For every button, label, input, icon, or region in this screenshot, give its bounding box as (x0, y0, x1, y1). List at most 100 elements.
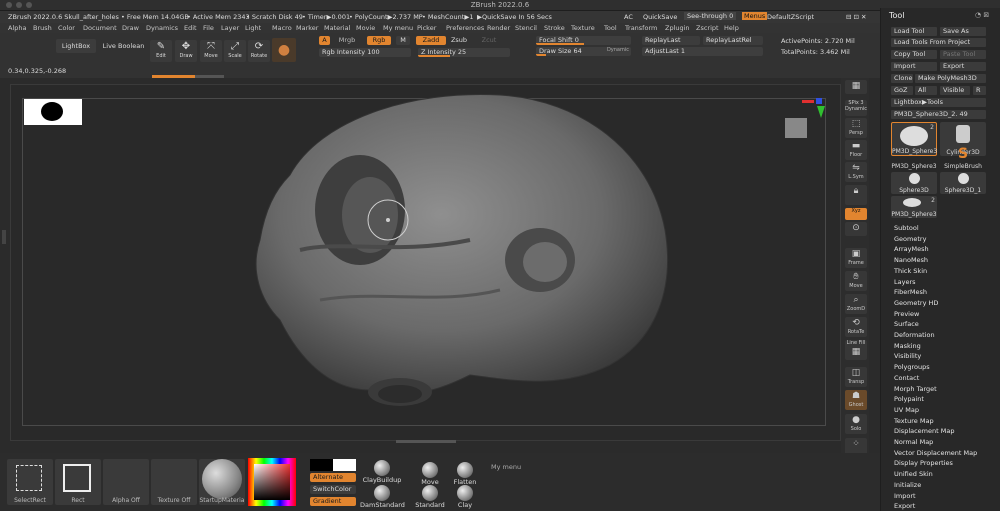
spix-slider[interactable]: SPix 3 Dynamic (845, 100, 867, 116)
zsub-button[interactable]: Zsub (448, 36, 470, 45)
replay-last-rel-button[interactable]: ReplayLastRel (703, 36, 763, 45)
texture-off-button[interactable]: Texture Off (151, 459, 197, 505)
load-from-project-button[interactable]: Load Tools From Project (891, 38, 986, 47)
scale-mode-button[interactable]: ⤢ Scale (224, 40, 246, 62)
lsym-button[interactable]: ⇋ L.Sym (845, 162, 867, 182)
menu-item[interactable]: Edit (184, 24, 197, 32)
menus-toggle[interactable]: Menus (742, 12, 768, 20)
menu-item[interactable]: Zscript (696, 24, 719, 32)
menu-item[interactable]: Dynamics (146, 24, 178, 32)
zadd-button[interactable]: Zadd (416, 36, 446, 45)
solo-button[interactable]: ● Solo (845, 414, 867, 434)
tool-thumb[interactable]: 2 PM3D_Sphere3 (891, 196, 937, 218)
menu-item[interactable]: Stroke (544, 24, 565, 32)
orientation-cube[interactable] (785, 118, 807, 138)
brush-clay[interactable]: Clay (443, 485, 487, 509)
default-zscript-button[interactable]: DefaultZScript (767, 13, 814, 21)
current-tool-slider[interactable]: PM3D_Sphere3D_2. 49 (891, 110, 986, 119)
subpalette-item[interactable]: Initialize (894, 481, 921, 489)
menu-item[interactable]: Stencil (515, 24, 537, 32)
m-button[interactable]: M (396, 36, 410, 45)
save-as-button[interactable]: Save As (940, 27, 986, 36)
menu-item[interactable]: Alpha (8, 24, 26, 32)
material-button[interactable]: StartupMateria (199, 459, 245, 505)
skull-model[interactable] (240, 90, 680, 420)
subpalette-item[interactable]: Masking (894, 342, 921, 350)
subpalette-item[interactable]: Geometry HD (894, 299, 938, 307)
clone-button[interactable]: Clone (891, 74, 913, 83)
lightbox-button[interactable]: LightBox (56, 39, 96, 53)
panel-close-icon[interactable]: ◔ ⊠ (975, 11, 989, 19)
subpalette-item[interactable]: Polygroups (894, 363, 930, 371)
menu-item[interactable]: Transform (625, 24, 657, 32)
tool-thumb[interactable]: Sphere3D (891, 172, 937, 194)
brush-claybuildup[interactable]: ClayBuildup (360, 460, 404, 484)
goz-visible-button[interactable]: Visible (940, 86, 970, 95)
import-button[interactable]: Import (891, 62, 937, 71)
load-tool-button[interactable]: Load Tool (891, 27, 937, 36)
menu-item[interactable]: Color (58, 24, 75, 32)
subpalette-item[interactable]: Polypaint (894, 395, 924, 403)
frame-button[interactable]: ▣ Frame (845, 248, 867, 268)
alternate-button[interactable]: Alternate (310, 473, 356, 482)
draw-size-slider[interactable]: Draw Size 64 Dynamic (536, 47, 631, 56)
menu-item[interactable]: File (203, 24, 214, 32)
copy-tool-button[interactable]: Copy Tool (891, 50, 937, 59)
menu-item[interactable]: Movie (356, 24, 375, 32)
menu-item[interactable]: Material (324, 24, 350, 32)
menu-item[interactable]: Zplugin (665, 24, 690, 32)
bottom-tray-handle[interactable] (396, 440, 456, 443)
rgb-intensity-slider[interactable]: Rgb Intensity 100 (319, 48, 411, 57)
menu-item[interactable]: Tool (604, 24, 617, 32)
local-button[interactable]: ⊙ (845, 222, 867, 236)
focal-shift-slider[interactable]: Focal Shift 0 (536, 36, 631, 45)
lightbox-tools-button[interactable]: Lightbox▶Tools (891, 98, 986, 107)
subpalette-item[interactable]: ArrayMesh (894, 245, 929, 253)
live-boolean-button[interactable]: Live Boolean (101, 39, 146, 53)
subpalette-item[interactable]: Morph Target (894, 385, 937, 393)
subpalette-item[interactable]: Normal Map (894, 438, 933, 446)
mrgb-button[interactable]: Mrgb (334, 36, 360, 45)
select-rect-button[interactable]: SelectRect (7, 459, 53, 505)
menu-item[interactable]: Light (245, 24, 261, 32)
subpalette-item[interactable]: Layers (894, 278, 916, 286)
a-button[interactable]: A (319, 36, 330, 45)
make-polymesh-button[interactable]: Make PolyMesh3D (915, 74, 986, 83)
color-swatch[interactable] (310, 459, 356, 471)
subpalette-item[interactable]: Deformation (894, 331, 935, 339)
draw-mode-button[interactable]: ✥ Draw (175, 40, 197, 62)
edit-mode-button[interactable]: ✎ Edit (150, 40, 172, 62)
subpalette-item[interactable]: Preview (894, 310, 919, 318)
rotate-view-button[interactable]: ⟲ RotaTe (845, 317, 867, 337)
lock-button[interactable]: 🔒︎ (845, 185, 867, 205)
transp-button[interactable]: ◫ Transp (845, 367, 867, 387)
rotate-mode-button[interactable]: ⟳ Rotate (248, 40, 270, 62)
gradient-button[interactable]: Gradient (310, 497, 356, 506)
ac-toggle[interactable]: AC (624, 13, 633, 21)
menu-item[interactable]: Marker (296, 24, 318, 32)
brush-damstandard[interactable]: DamStandard (360, 485, 405, 509)
material-sphere-button[interactable]: ● (272, 38, 296, 62)
export-button[interactable]: Export (940, 62, 986, 71)
menu-item[interactable]: Macro (272, 24, 292, 32)
subpalette-item[interactable]: Texture Map (894, 417, 934, 425)
subpalette-item[interactable]: Contact (894, 374, 919, 382)
subpalette-item[interactable]: Thick Skin (894, 267, 927, 275)
tool-thumb[interactable]: S SimpleBrush (940, 146, 986, 170)
tool-thumb[interactable]: PM3D_Sphere3 (891, 150, 937, 170)
see-through-slider[interactable]: See-through 0 (684, 12, 737, 20)
menu-item[interactable]: Document (83, 24, 117, 32)
xyz-button[interactable]: Xyz (845, 208, 867, 220)
adjust-last-slider[interactable]: AdjustLast 1 (642, 47, 763, 56)
rect-stroke-button[interactable]: Rect (55, 459, 101, 505)
window-buttons[interactable]: ⊟ ⊡ ✕ (846, 13, 866, 21)
line-fill-button[interactable]: Line Fill ▦ (845, 340, 867, 360)
switch-color-button[interactable]: SwitchColor (310, 485, 356, 494)
quicksave-button[interactable]: QuickSave (643, 13, 677, 21)
subpalette-item[interactable]: Visibility (894, 352, 921, 360)
color-picker[interactable] (248, 458, 296, 506)
left-tray-handle[interactable] (2, 230, 6, 244)
z-intensity-slider[interactable]: Z Intensity 25 (418, 48, 510, 57)
zoom-view-button[interactable]: ⌕ ZoomD (845, 294, 867, 314)
menu-item[interactable]: Texture (571, 24, 595, 32)
